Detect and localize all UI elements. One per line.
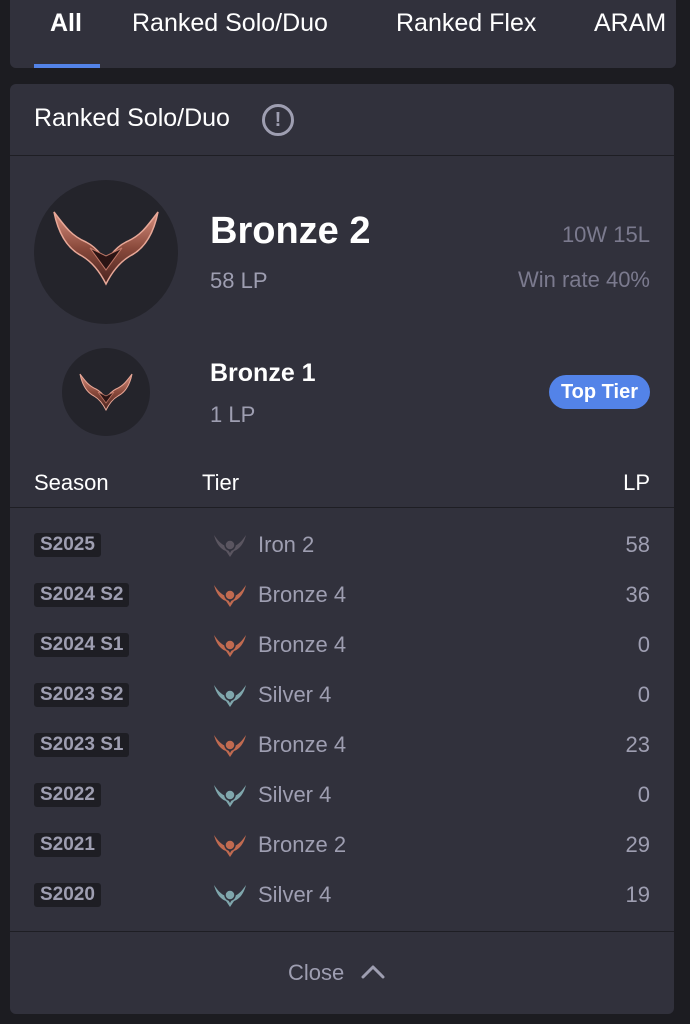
silver-tier-icon [214, 885, 246, 907]
table-row: S2023 S2 Silver 4 0 [10, 670, 674, 720]
season-badge: S2024 S1 [34, 633, 130, 657]
bronze-emblem-icon [79, 373, 133, 412]
tier-label: Silver 4 [258, 782, 332, 807]
lp-value: 36 [625, 582, 650, 607]
ranked-card: Ranked Solo/Duo ! Bronze 2 58 LP 10W 15L… [10, 84, 674, 1014]
close-label: Close [288, 960, 345, 985]
season-badge: S2023 S2 [34, 683, 130, 707]
current-rank-tier: Bronze 2 [210, 210, 371, 252]
win-rate: Win rate 40% [517, 267, 650, 292]
season-badge: S2024 S2 [34, 583, 130, 607]
season-column-header: Season [34, 470, 109, 495]
season-badge: S2022 [34, 783, 101, 807]
silver-tier-icon [214, 685, 246, 707]
tier-label: Bronze 4 [258, 632, 347, 657]
silver-tier-icon [214, 785, 246, 807]
season-badge: S2023 S1 [34, 733, 130, 757]
season-badge: S2020 [34, 883, 101, 907]
tab-all[interactable]: All [50, 8, 82, 38]
tab-aram[interactable]: ARAM [594, 8, 666, 38]
season-badge: S2021 [34, 833, 101, 857]
lp-value: 58 [625, 532, 650, 557]
tab-ranked-flex[interactable]: Ranked Flex [396, 8, 536, 38]
lp-column-header: LP [623, 470, 650, 495]
season-badge: S2025 [34, 533, 101, 557]
tier-label: Iron 2 [258, 532, 315, 557]
win-loss-record: 10W 15L [561, 222, 650, 247]
table-row: S2025 Iron 2 58 [10, 520, 674, 570]
lp-value: 29 [625, 832, 650, 857]
lp-value: 23 [625, 732, 650, 757]
current-rank-emblem [34, 180, 178, 324]
card-header: Ranked Solo/Duo ! [10, 84, 674, 156]
current-rank-lp: 58 LP [210, 268, 268, 293]
bronze-tier-icon [214, 835, 246, 857]
peak-rank-emblem [62, 348, 150, 436]
table-row: S2020 Silver 4 19 [10, 870, 674, 920]
table-row: S2023 S1 Bronze 4 23 [10, 720, 674, 770]
tier-label: Bronze 4 [258, 732, 347, 757]
queue-tabs: All Ranked Solo/Duo Ranked Flex ARAM [10, 0, 676, 68]
tier-column-header: Tier [202, 470, 240, 495]
table-row: S2024 S2 Bronze 4 36 [10, 570, 674, 620]
tier-label: Bronze 4 [258, 582, 347, 607]
tab-ranked-solo-duo[interactable]: Ranked Solo/Duo [132, 8, 328, 38]
bronze-tier-icon [214, 735, 246, 757]
iron-tier-icon [214, 535, 246, 557]
table-divider [10, 507, 674, 508]
bronze-emblem-icon [53, 211, 159, 286]
close-button[interactable]: Close [10, 931, 674, 1014]
bronze-tier-icon [214, 585, 246, 607]
tier-label: Silver 4 [258, 682, 332, 707]
table-row: S2022 Silver 4 0 [10, 770, 674, 820]
bronze-tier-icon [214, 635, 246, 657]
active-tab-indicator [34, 64, 100, 68]
lp-value: 0 [637, 632, 650, 657]
peak-rank-tier: Bronze 1 [210, 359, 316, 387]
chevron-up-icon [361, 965, 385, 979]
lp-value: 19 [625, 882, 650, 907]
card-title: Ranked Solo/Duo [34, 104, 230, 132]
peak-rank-lp: 1 LP [210, 402, 256, 427]
lp-value: 0 [637, 682, 650, 707]
info-icon[interactable]: ! [262, 104, 294, 136]
tier-label: Bronze 2 [258, 832, 347, 857]
tier-label: Silver 4 [258, 882, 332, 907]
top-tier-badge: Top Tier [548, 375, 650, 409]
table-row: S2021 Bronze 2 29 [10, 820, 674, 870]
lp-value: 0 [637, 782, 650, 807]
table-row: S2024 S1 Bronze 4 0 [10, 620, 674, 670]
